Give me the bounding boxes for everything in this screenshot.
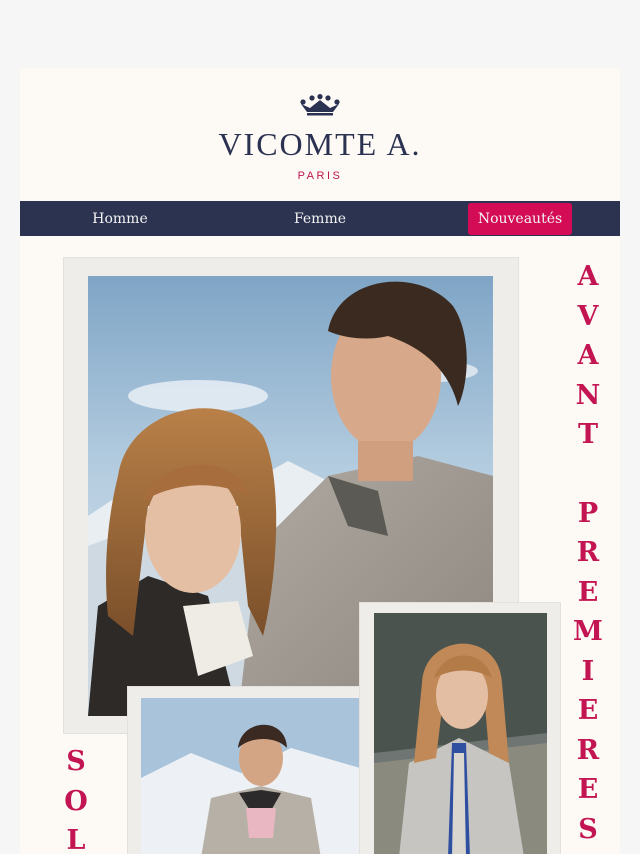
headline-letter: I — [581, 655, 595, 687]
headline-letter: E — [577, 774, 599, 805]
brand-city: PARIS — [297, 170, 343, 182]
man-portrait-image — [141, 698, 360, 854]
headline-letter: E — [577, 695, 599, 726]
headline-letter: E — [577, 576, 599, 608]
headline-letter: T — [577, 419, 599, 450]
side-letter: S — [66, 746, 86, 777]
crown-icon — [300, 94, 340, 116]
nav-label: Homme — [92, 210, 148, 227]
headline-letter: V — [577, 300, 599, 332]
nav-item-femme[interactable]: Femme — [220, 211, 420, 227]
headline-letter: A — [577, 340, 599, 371]
headline-letter: S — [578, 813, 598, 845]
headline-letter: R — [576, 537, 600, 568]
headline-letter: N — [575, 379, 601, 411]
vertical-headline: A V A N T P R E M I E R E S — [572, 257, 604, 849]
vertical-side-text: S O L — [60, 742, 92, 854]
nav-label-highlighted: Nouveautés — [467, 202, 573, 235]
side-letter: O — [64, 785, 88, 817]
side-letter: L — [66, 825, 86, 854]
nav-label: Femme — [293, 210, 347, 227]
brand-name[interactable]: VICOMTE A. — [20, 126, 620, 163]
headline-letter: P — [577, 497, 599, 529]
brand-header: VICOMTE A. PARIS — [20, 68, 620, 201]
secondary-photo-right[interactable] — [374, 613, 547, 854]
secondary-photo-left[interactable] — [141, 698, 360, 854]
nav-item-homme[interactable]: Homme — [20, 211, 220, 227]
nav-item-nouveautes[interactable]: Nouveautés — [420, 202, 620, 235]
headline-letter: A — [577, 261, 599, 292]
email-card: VICOMTE A. PARIS Homme Femme Nouveautés — [20, 68, 620, 854]
headline-letter: M — [573, 616, 603, 647]
woman-portrait-image — [374, 613, 547, 854]
main-nav: Homme Femme Nouveautés — [20, 201, 620, 236]
headline-letter: R — [576, 734, 600, 766]
